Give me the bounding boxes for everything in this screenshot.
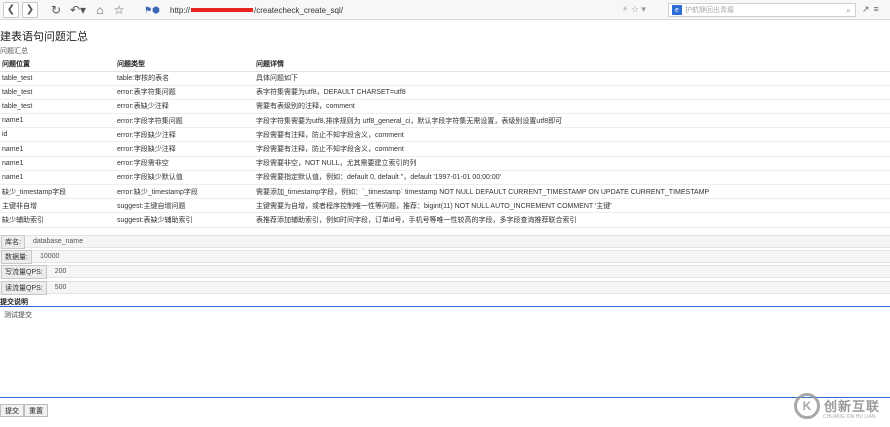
- cell-detail: 需要添加_timestamp字段，例如：`_timestamp` timesta…: [254, 184, 890, 200]
- page-title: 建表语句问题汇总: [0, 31, 88, 43]
- undo-icon[interactable]: ↶▾: [67, 2, 89, 18]
- cell-location: name1: [0, 113, 115, 129]
- table-row: 缺少_timestamp字段 error:缺少_timestamp字段 需要添加_t…: [0, 184, 890, 200]
- cell-detail: 主键需要为自增，或者程序控制唯一性等问题，推荐：bigint(11) NOT N…: [254, 198, 890, 214]
- cell-location: 缺少辅助索引: [0, 212, 115, 228]
- cell-detail: 字段需要有注释，防止不知字段含义，comment: [254, 141, 890, 157]
- table-row: name1 error:字段需非空 字段需要非空，NOT NULL，尤其需要建立索引…: [0, 156, 890, 171]
- watermark-text: 创新互联: [824, 399, 881, 414]
- home-icon[interactable]: ⌂: [92, 2, 108, 18]
- cell-type: error:字段缺少注释: [115, 141, 254, 157]
- bookmark-icon[interactable]: ⚡ ☆ ▾: [622, 4, 646, 15]
- row-count-field: 数据量: 10000: [0, 249, 890, 264]
- cell-location: name1: [0, 156, 115, 171]
- read-qps-label: 读流量QPS:: [1, 280, 47, 295]
- cell-detail: 表推荐添加辅助索引，例如时间字段，订单id号，手机号等唯一性较高的字段，多字段查…: [254, 212, 890, 228]
- search-placeholder: 护航静回出青瘤: [685, 7, 734, 14]
- cell-type: error:字段缺少默认值: [115, 170, 254, 186]
- cell-detail: 字段需要指定默认值，例如：default 0, default ''，defau…: [254, 170, 890, 186]
- cell-type: error:表缺少注释: [115, 99, 254, 115]
- watermark-mark: K: [794, 392, 820, 419]
- table-row: 缺少辅助索引 suggest:表缺少辅助索引 表推荐添加辅助索引，例如时间字段，订单…: [0, 212, 890, 228]
- cell-detail: 字段需要有注释，防止不知字段含义，comment: [254, 127, 890, 143]
- db-name-value[interactable]: database_name: [33, 238, 83, 245]
- cell-type: suggest:表缺少辅助索引: [115, 212, 254, 228]
- issues-table: 问题位置 问题类型 问题详情 table_test table:审核的表名 具体问题…: [0, 58, 890, 228]
- write-qps-value[interactable]: 200: [55, 268, 67, 275]
- cell-type: error:缺少_timestamp字段: [115, 184, 254, 200]
- star-icon[interactable]: ☆: [111, 2, 127, 18]
- cell-type: error:表字符集问题: [115, 85, 254, 100]
- search-box[interactable]: e 护航静回出青瘤 ⌕: [668, 3, 856, 17]
- submit-button[interactable]: 提交: [0, 404, 24, 417]
- menu-icon[interactable]: ↗≡: [862, 4, 883, 15]
- watermark-subtext: CHUANG XIN HU LIAN: [823, 414, 876, 420]
- cell-type: error:字段字符集问题: [115, 113, 254, 129]
- table-row: table_test error:表缺少注释 需要有表级别的注释，comment: [0, 99, 890, 115]
- cell-detail: 表字符集需要为utf8，DEFAULT CHARSET=utf8: [254, 85, 890, 100]
- read-qps-field: 读流量QPS: 500: [0, 280, 890, 295]
- cell-type: suggest:主键自增问题: [115, 198, 254, 214]
- cell-type: error:字段需非空: [115, 156, 254, 171]
- page-subtitle: 问题汇总: [0, 48, 28, 55]
- cell-location: id: [0, 127, 115, 143]
- search-engine-icon[interactable]: e: [672, 5, 682, 15]
- description-textarea[interactable]: 测试提交: [0, 306, 890, 398]
- cell-detail: 需要有表级别的注释，comment: [254, 99, 890, 115]
- cell-type: table:审核的表名: [115, 71, 254, 86]
- write-qps-field: 写流量QPS: 200: [0, 264, 890, 279]
- url-redaction: [191, 8, 254, 12]
- row-count-value[interactable]: 10000: [40, 253, 59, 260]
- table-row: name1 error:字段字符集问题 字段字符集需要为utf8,排序规则为 utf…: [0, 113, 890, 129]
- cell-location: table_test: [0, 85, 115, 100]
- address-bar[interactable]: http:// /createcheck_create_sql/: [138, 2, 658, 18]
- read-qps-value[interactable]: 500: [55, 284, 67, 291]
- url-path: /createcheck_create_sql/: [254, 5, 343, 15]
- back-icon[interactable]: ❮: [3, 1, 19, 18]
- cell-location: name1: [0, 141, 115, 157]
- header-type: 问题类型: [115, 58, 254, 72]
- row-count-label: 数据量:: [1, 249, 32, 264]
- watermark-logo: K 创新互联 CHUANG XIN HU LIAN: [790, 384, 890, 427]
- table-row: name1 error:字段缺少默认值 字段需要指定默认值，例如：default 0…: [0, 170, 890, 186]
- cell-type: error:字段缺少注释: [115, 127, 254, 143]
- cell-detail: 具体问题如下: [254, 71, 890, 86]
- table-row: table_test error:表字符集问题 表字符集需要为utf8，DEFAUL…: [0, 85, 890, 100]
- cell-location: table_test: [0, 71, 115, 86]
- cell-location: 缺少_timestamp字段: [0, 184, 115, 200]
- write-qps-label: 写流量QPS:: [1, 264, 47, 279]
- table-row: name1 error:字段缺少注释 字段需要有注释，防止不知字段含义，commen…: [0, 141, 890, 157]
- cell-detail: 字段字符集需要为utf8,排序规则为 utf8_general_ci，默认字段字…: [254, 113, 890, 129]
- db-name-label: 库名:: [1, 234, 25, 249]
- table-row: table_test table:审核的表名 具体问题如下: [0, 71, 890, 86]
- cell-detail: 字段需要非空，NOT NULL，尤其需要建立索引的列: [254, 156, 890, 171]
- table-body: table_test table:审核的表名 具体问题如下 table_test err…: [0, 71, 890, 228]
- forward-icon[interactable]: ❯: [22, 1, 38, 18]
- table-row: id error:字段缺少注释 字段需要有注释，防止不知字段含义，comment: [0, 127, 890, 143]
- table-header-row: 问题位置 问题类型 问题详情: [0, 58, 890, 72]
- header-detail: 问题详情: [254, 58, 890, 72]
- header-location: 问题位置: [0, 58, 115, 72]
- cell-location: 主键非自增: [0, 198, 115, 214]
- cell-location: name1: [0, 170, 115, 186]
- reset-button[interactable]: 重置: [24, 404, 48, 417]
- table-row: 主键非自增 suggest:主键自增问题 主键需要为自增，或者程序控制唯一性等问题，…: [0, 198, 890, 214]
- url-protocol: http://: [170, 5, 191, 15]
- search-icon[interactable]: ⌕: [846, 5, 851, 16]
- refresh-icon[interactable]: ↻: [48, 2, 64, 18]
- db-name-field: 库名: database_name: [0, 234, 890, 249]
- cell-location: table_test: [0, 99, 115, 115]
